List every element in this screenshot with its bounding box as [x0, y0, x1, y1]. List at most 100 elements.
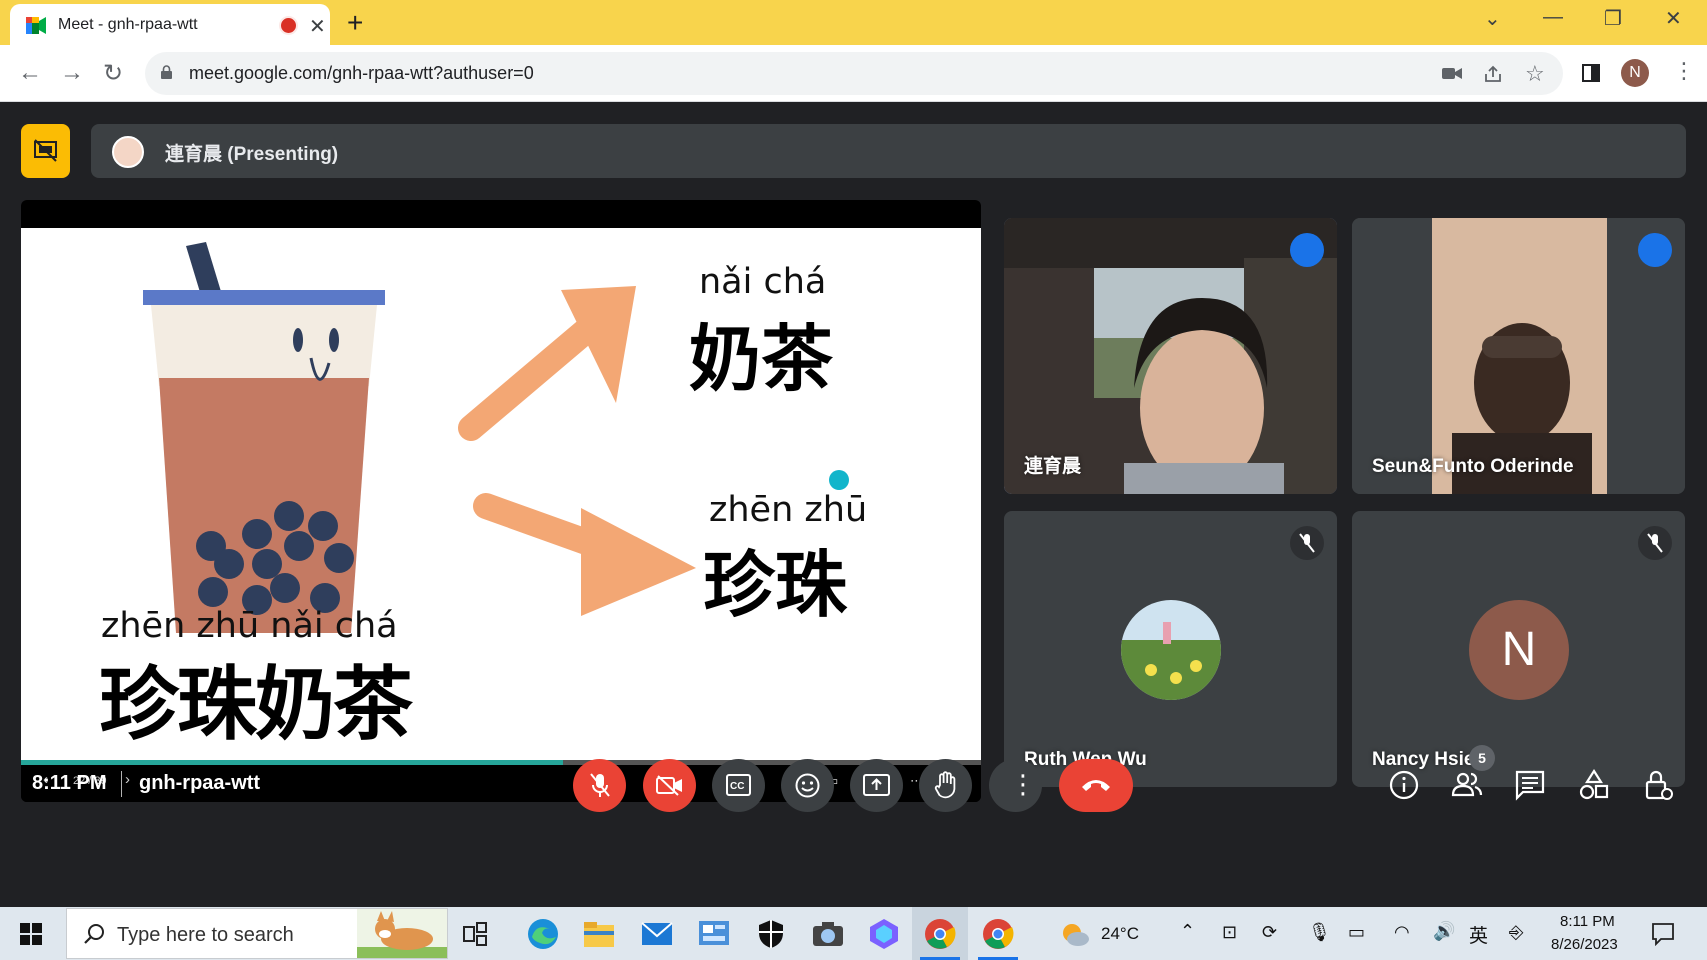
meet-tray-icon[interactable]: ⊡ — [1222, 922, 1237, 943]
more-vert-icon: ⋮ — [1010, 769, 1036, 799]
stop-presenting-button[interactable] — [21, 124, 70, 178]
speaking-indicator-icon — [1290, 233, 1324, 267]
muted-mic-icon — [1290, 526, 1324, 560]
volume-icon[interactable]: 🔊 — [1433, 921, 1455, 942]
participant-name: 連育晨 — [1024, 456, 1082, 477]
file-explorer-icon[interactable] — [582, 917, 616, 951]
mic-toggle-button[interactable] — [573, 759, 626, 812]
participant-initial-avatar: N — [1469, 600, 1569, 700]
presenter-avatar — [112, 136, 144, 168]
edge-browser-icon[interactable] — [526, 917, 560, 951]
more-options-button[interactable]: ⋮ — [989, 759, 1042, 812]
participant-tile-2[interactable]: Seun&Funto Oderinde — [1352, 218, 1685, 494]
microphone-icon[interactable]: 🎙 — [1308, 922, 1331, 943]
meet-favicon-icon — [26, 17, 46, 34]
url-text: meet.google.com/gnh-rpaa-wtt?authuser=0 — [189, 63, 534, 83]
copilot-app-icon[interactable] — [867, 917, 901, 951]
tab-title: Meet - gnh-rpaa-wtt — [58, 16, 198, 33]
task-view-icon[interactable] — [462, 921, 488, 947]
main-hanzi: 珍珠奶茶 — [99, 657, 413, 751]
windows-start-icon[interactable] — [20, 923, 42, 945]
sync-icon[interactable]: ⟳ — [1262, 922, 1277, 943]
mic-off-icon — [590, 773, 610, 797]
muted-mic-icon — [1638, 526, 1672, 560]
search-placeholder: Type here to search — [117, 924, 294, 946]
chrome-taskbar-button-1[interactable] — [912, 907, 968, 960]
back-arrow-icon[interactable]: ← — [18, 59, 42, 87]
chrome-taskbar-button-2[interactable] — [970, 907, 1026, 960]
activities-icon[interactable] — [1577, 768, 1611, 802]
people-icon[interactable] — [1450, 768, 1484, 802]
present-off-icon — [34, 139, 57, 162]
present-screen-icon — [863, 774, 890, 796]
taskbar-time: 8:11 PM — [1560, 913, 1615, 930]
address-bar[interactable]: meet.google.com/gnh-rpaa-wtt?authuser=0 … — [145, 52, 1563, 95]
recording-dot-icon — [281, 18, 296, 33]
host-controls-icon[interactable] — [1641, 768, 1675, 802]
weather-icon[interactable] — [1060, 919, 1090, 949]
emoji-icon — [795, 773, 820, 798]
close-window-button[interactable]: ✕ — [1665, 6, 1682, 31]
reactions-button[interactable] — [781, 759, 834, 812]
profile-avatar[interactable]: N — [1621, 59, 1649, 87]
presenter-label: 連育晨 (Presenting) — [165, 144, 339, 165]
chat-icon[interactable] — [1513, 768, 1547, 802]
meeting-details-icon[interactable] — [1387, 768, 1421, 802]
camera-toggle-button[interactable] — [643, 759, 696, 812]
control-panel-icon[interactable] — [697, 917, 731, 951]
share-icon[interactable] — [1483, 64, 1503, 84]
bottom-pinyin: zhēn zhū — [709, 490, 868, 530]
bookmark-star-icon[interactable]: ☆ — [1525, 61, 1545, 87]
battery-icon[interactable]: ▭ — [1348, 922, 1365, 943]
tray-chevron-up-icon[interactable]: ⌃ — [1180, 921, 1195, 942]
participant-tile-1[interactable]: 連育晨 — [1004, 218, 1337, 494]
corgi-illustration — [357, 909, 447, 958]
people-count-badge: 5 — [1469, 745, 1495, 771]
reload-icon[interactable]: ↻ — [103, 59, 123, 88]
browser-tab-meet[interactable]: Meet - gnh-rpaa-wtt ✕ — [10, 4, 330, 45]
presentation-stage[interactable]: nǎi chá 奶茶 zhēn zhū 珍珠 zhēn zhū nǎi chá … — [21, 200, 981, 802]
browser-menu-icon[interactable]: ⋮ — [1673, 58, 1695, 84]
hang-up-icon — [1082, 780, 1110, 791]
ime-indicator[interactable]: 英 — [1469, 921, 1488, 948]
svg-text:CC: CC — [730, 781, 744, 792]
chrome-icon — [983, 919, 1014, 949]
search-icon — [84, 924, 104, 944]
side-panel-icon[interactable] — [1582, 64, 1600, 82]
chrome-icon — [925, 919, 956, 949]
security-shield-icon[interactable] — [754, 917, 788, 951]
meet-main: 連育晨 (Presenting) nǎi chá 奶茶 zhēn zhū 珍珠 … — [0, 102, 1707, 907]
bottom-hanzi: 珍珠 — [703, 542, 848, 627]
camera-off-icon — [656, 775, 682, 796]
minimize-button[interactable]: — — [1543, 6, 1563, 29]
ime-mode-icon[interactable]: ⎆ — [1509, 922, 1523, 943]
captions-button[interactable]: CC — [712, 759, 765, 812]
restore-button[interactable]: ❐ — [1604, 6, 1622, 31]
speaking-indicator-icon — [1638, 233, 1672, 267]
leave-call-button[interactable] — [1059, 759, 1133, 812]
taskbar-date: 8/26/2023 — [1551, 936, 1618, 953]
wifi-icon[interactable]: ◠ — [1394, 922, 1410, 943]
slide-content: nǎi chá 奶茶 zhēn zhū 珍珠 zhēn zhū nǎi chá … — [21, 228, 981, 760]
present-now-button[interactable] — [850, 759, 903, 812]
raise-hand-button[interactable] — [919, 759, 972, 812]
next-slide-icon[interactable]: › — [125, 771, 130, 788]
top-pinyin: nǎi chá — [699, 262, 827, 302]
closed-captions-icon: CC — [726, 774, 751, 796]
forward-arrow-icon[interactable]: → — [60, 59, 84, 87]
camera-in-use-icon[interactable] — [1442, 66, 1462, 81]
participant-tile-3[interactable]: Ruth Wen Wu — [1004, 511, 1337, 787]
taskbar-search-box[interactable]: Type here to search — [66, 908, 448, 959]
mail-icon[interactable] — [640, 917, 674, 951]
new-tab-button[interactable]: + — [347, 7, 363, 39]
participant-avatar-photo — [1121, 600, 1221, 700]
weather-temperature: 24°C — [1101, 924, 1139, 943]
notifications-icon[interactable] — [1651, 922, 1675, 946]
camera-app-icon[interactable] — [811, 917, 845, 951]
tab-search-chevron-icon[interactable]: ⌄ — [1484, 6, 1501, 31]
participant-tile-4[interactable]: N Nancy Hsieh — [1352, 511, 1685, 787]
meeting-time: 8:11 PM — [32, 772, 107, 794]
meeting-code: gnh-rpaa-wtt — [139, 772, 261, 794]
divider — [121, 771, 122, 797]
tab-close-button[interactable]: ✕ — [309, 14, 326, 39]
